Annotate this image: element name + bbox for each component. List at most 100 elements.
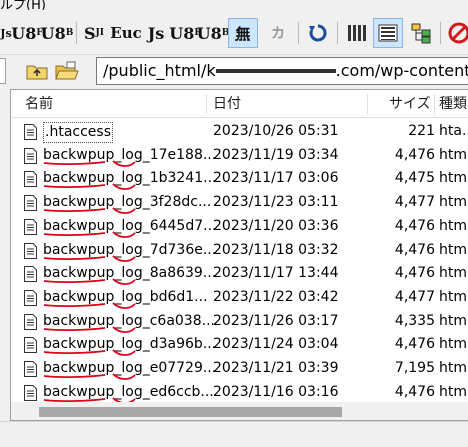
remote-path-input[interactable]: /public_html/k .com/wp-content/up	[96, 57, 468, 85]
left-pane-edge	[0, 58, 6, 84]
file-date: 2023/11/18 03:32	[213, 241, 339, 258]
utf8-bom-button[interactable]: U8 B	[41, 18, 74, 48]
file-date: 2023/11/21 03:39	[213, 360, 339, 376]
file-size: 4,476	[394, 265, 435, 282]
file-icon	[24, 171, 37, 188]
file-type: html	[439, 312, 468, 329]
path-suffix-text: .com/wp-content/up	[335, 61, 468, 80]
column-header-size[interactable]: サイズ	[389, 90, 431, 118]
file-icon	[24, 266, 37, 283]
file-type: hta...	[439, 123, 468, 139]
file-size: 4,475	[394, 170, 435, 187]
file-type: html	[439, 217, 468, 234]
tree-view-icon[interactable]	[407, 18, 435, 48]
column-separator[interactable]	[367, 94, 368, 114]
jis2-button[interactable]: Js	[144, 18, 168, 48]
toolbar: Js U8 F U8 B S JI Euc Js U8 F U8 B 無 カ	[0, 10, 468, 55]
address-bar: /public_html/k .com/wp-content/up	[0, 55, 468, 87]
file-size: 4,477	[394, 288, 435, 305]
file-icon	[24, 384, 37, 401]
file-date: 2023/11/22 03:42	[213, 288, 339, 305]
file-row[interactable]: backwpup_log_e07729... 2023/11/21 03:39 7,…	[11, 357, 468, 380]
column-separator[interactable]	[434, 94, 435, 114]
file-icon	[24, 313, 37, 330]
file-date: 2023/11/24 03:04	[213, 336, 339, 353]
toolbar-separator	[298, 22, 299, 44]
file-date: 2023/11/20 03:36	[213, 217, 339, 234]
file-row[interactable]: backwpup_log_6445d7... 2023/11/20 03:36 4,…	[11, 215, 468, 238]
sjis-button[interactable]: S JI	[82, 18, 106, 48]
file-row[interactable]: backwpup_log_bd6d1... 2023/11/22 03:42 4,4…	[11, 286, 468, 309]
file-date: 2023/11/16 03:16	[213, 383, 339, 400]
file-name: .htaccess	[43, 122, 113, 143]
file-size: 4,477	[394, 194, 435, 211]
file-row[interactable]: .htaccess 2023/10/26 05:31 221hta...	[11, 120, 468, 143]
file-date: 2023/11/23 03:11	[213, 194, 339, 211]
file-type: html	[439, 288, 468, 305]
parent-folder-icon[interactable]	[24, 59, 50, 83]
file-row[interactable]: backwpup_log_8a8639... 2023/11/17 13:44 4,…	[11, 262, 468, 286]
details-view-icon[interactable]	[373, 18, 403, 48]
file-size: 4,476	[394, 383, 435, 400]
help-menu[interactable]: ルプ(H)	[0, 0, 46, 10]
file-size: 4,476	[394, 217, 435, 234]
file-type: html	[439, 194, 468, 211]
file-row[interactable]: backwpup_log_c6a038... 2023/11/26 03:17 4,…	[11, 310, 468, 333]
toolbar-separator	[440, 22, 441, 44]
file-row[interactable]: backwpup_log_7d736e... 2023/11/18 03:32 4,…	[11, 239, 468, 262]
file-row[interactable]: backwpup_log_d3a96b... 2023/11/24 03:04 4,…	[11, 333, 468, 357]
file-date: 2023/11/17 13:44	[213, 265, 339, 282]
file-type: html	[439, 265, 468, 282]
utf8-button[interactable]: U8 F	[11, 18, 42, 48]
file-icon	[24, 124, 37, 140]
file-icon	[24, 242, 37, 259]
column-header-name[interactable]: 名前	[25, 90, 53, 118]
file-icon	[24, 361, 37, 377]
column-separator[interactable]	[206, 94, 207, 114]
file-date: 2023/11/26 03:17	[213, 312, 339, 329]
utf8-2-button[interactable]: U8 F	[169, 18, 200, 48]
file-type: html	[439, 336, 468, 353]
file-type: html	[439, 383, 468, 400]
file-type: html	[439, 241, 468, 258]
stop-icon[interactable]	[446, 18, 468, 48]
file-row[interactable]: backwpup_log_17e188... 2023/11/19 03:34 4,…	[11, 144, 468, 167]
toolbar-separator	[76, 22, 77, 44]
status-bar	[0, 421, 468, 447]
file-icon	[24, 195, 37, 212]
file-type: html	[439, 146, 468, 163]
file-icon	[24, 337, 37, 354]
euc-button[interactable]: Euc	[110, 18, 141, 48]
kana-button[interactable]: カ	[264, 18, 292, 48]
path-prefix-text: /public_html/k	[103, 61, 216, 80]
column-header-date[interactable]: 日付	[213, 90, 241, 118]
scrollbar-thumb[interactable]	[39, 407, 342, 417]
file-row[interactable]: backwpup_log_ed6ccb... 2023/11/16 03:16 4,…	[11, 381, 468, 404]
list-view-icon[interactable]	[343, 18, 371, 48]
refresh-icon[interactable]	[304, 18, 332, 48]
file-size: 4,476	[394, 241, 435, 258]
horizontal-scrollbar[interactable]	[11, 402, 468, 420]
file-date: 2023/10/26 05:31	[213, 123, 339, 139]
open-folder-icon[interactable]	[54, 59, 80, 83]
no-conversion-button[interactable]: 無	[228, 18, 258, 48]
file-date: 2023/11/17 03:06	[213, 170, 339, 187]
list-header: 名前 日付 サイズ 種類	[11, 90, 468, 118]
file-type: html	[439, 170, 468, 187]
remote-file-list[interactable]: 名前 日付 サイズ 種類 .htaccess 2023/10/26 05:31 22…	[10, 89, 468, 421]
file-size: 4,476	[394, 336, 435, 353]
file-icon	[24, 147, 37, 164]
toolbar-separator	[337, 22, 338, 44]
file-icon	[24, 218, 37, 235]
file-row[interactable]: backwpup_log_3f28dc... 2023/11/23 03:11 4,…	[11, 191, 468, 214]
file-size: 4,476	[394, 146, 435, 163]
utf8-bom-2-button[interactable]: U8 B	[197, 18, 230, 48]
file-row[interactable]: backwpup_log_1b3241... 2023/11/17 03:06 4,…	[11, 167, 468, 191]
file-size: 221	[408, 123, 435, 139]
file-type: html	[439, 360, 468, 376]
menu-bar: ルプ(H)	[0, 0, 468, 10]
file-size: 7,195	[394, 360, 435, 376]
column-header-type[interactable]: 種類	[439, 90, 467, 118]
file-date: 2023/11/19 03:34	[213, 146, 339, 163]
file-size: 4,335	[394, 312, 435, 329]
